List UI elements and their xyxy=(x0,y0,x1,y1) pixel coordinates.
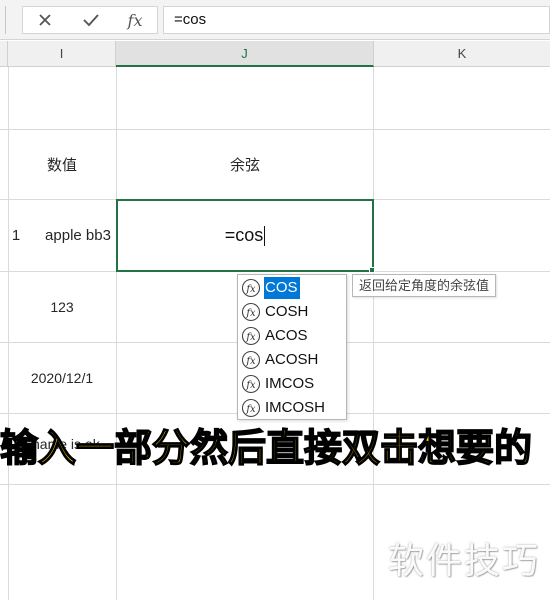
function-icon: fx xyxy=(241,326,261,346)
svg-text:fx: fx xyxy=(245,332,256,343)
cell-I-date[interactable]: 2020/12/1 xyxy=(8,343,116,413)
fill-handle[interactable] xyxy=(369,267,375,273)
autocomplete-item-imcos[interactable]: fx IMCOS xyxy=(239,372,347,396)
column-header-bar: I J K xyxy=(0,41,550,67)
tutorial-caption: 输入一部分然后直接双击想要的 xyxy=(0,427,533,471)
formula-bar-buttons: fx xyxy=(22,6,158,34)
name-box-edge[interactable] xyxy=(0,6,6,34)
column-header-K[interactable]: K xyxy=(374,41,550,67)
function-icon: fx xyxy=(241,350,261,370)
function-icon: fx xyxy=(241,374,261,394)
function-icon: fx xyxy=(241,398,261,418)
gridline xyxy=(0,484,550,485)
autocomplete-label: COS xyxy=(264,277,300,299)
formula-input[interactable]: =cos xyxy=(163,6,550,34)
autocomplete-item-acosh[interactable]: fx ACOSH xyxy=(239,348,347,372)
cell-edit-text: =cos xyxy=(224,225,264,245)
column-header-J[interactable]: J xyxy=(116,41,374,67)
function-tooltip: 返回给定角度的余弦值 xyxy=(352,274,497,297)
close-icon xyxy=(39,14,51,26)
autocomplete-item-cosh[interactable]: fx COSH xyxy=(239,300,347,324)
svg-text:fx: fx xyxy=(245,380,256,391)
autocomplete-item-cos[interactable]: fx COS xyxy=(239,276,347,300)
cell-edit-area[interactable]: =cos xyxy=(118,201,372,270)
function-autocomplete-list: fx COS fx COSH fx ACOS fx ACOSH fx IMCOS… xyxy=(237,274,347,420)
cell-I-apple[interactable]: apple bb3 xyxy=(32,200,124,271)
column-header-partial xyxy=(0,41,8,67)
insert-function-button[interactable]: fx xyxy=(113,7,157,33)
function-icon: fx xyxy=(241,278,261,298)
formula-bar: fx =cos xyxy=(0,0,550,40)
check-icon xyxy=(83,14,99,27)
cell-I-number[interactable]: 123 xyxy=(8,272,116,342)
svg-text:fx: fx xyxy=(245,356,256,367)
autocomplete-label: COSH xyxy=(265,303,309,320)
autocomplete-label: ACOSH xyxy=(265,351,319,368)
column-header-I[interactable]: I xyxy=(8,41,116,67)
svg-text:fx: fx xyxy=(245,308,256,319)
autocomplete-item-imcosh[interactable]: fx IMCOSH xyxy=(239,396,347,420)
autocomplete-label: IMCOSH xyxy=(265,399,325,416)
watermark: 软件技巧 xyxy=(388,540,541,581)
enter-button[interactable] xyxy=(69,7,113,33)
cell-row-number[interactable]: 1 xyxy=(0,200,32,271)
svg-text:fx: fx xyxy=(245,404,256,415)
autocomplete-label: ACOS xyxy=(265,327,308,344)
autocomplete-item-acos[interactable]: fx ACOS xyxy=(239,324,347,348)
fx-icon: fx xyxy=(127,10,143,30)
text-caret xyxy=(264,225,266,246)
svg-text:fx: fx xyxy=(245,284,256,295)
cell-J-label[interactable]: 余弦 xyxy=(116,130,374,199)
autocomplete-label: IMCOS xyxy=(265,375,315,392)
function-icon: fx xyxy=(241,302,261,322)
cancel-button[interactable] xyxy=(23,7,67,33)
cell-I-label[interactable]: 数值 xyxy=(8,130,116,199)
